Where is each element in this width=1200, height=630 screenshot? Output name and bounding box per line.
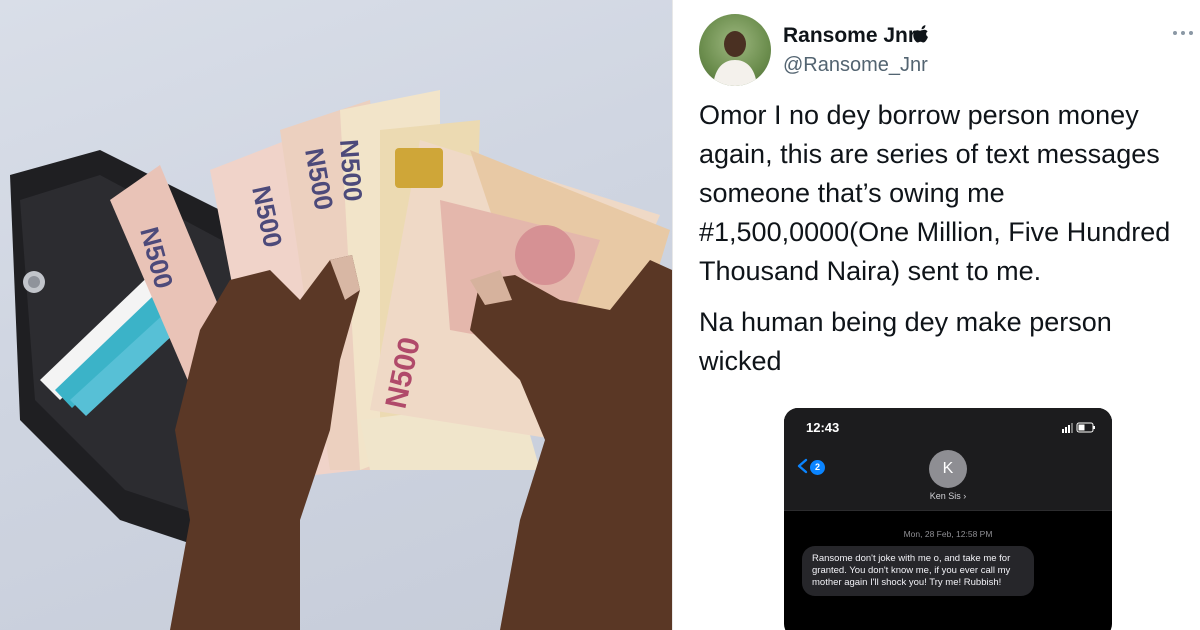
signal-battery-icon xyxy=(1062,422,1095,433)
tweet-body: Omor I no dey borrow person money again,… xyxy=(699,96,1199,393)
back-chevron-icon[interactable] xyxy=(796,458,808,474)
status-bar-time: 12:43 xyxy=(806,420,840,435)
tweet-card: Ransome Jnr @Ransome_Jnr Omor I no dey b… xyxy=(672,0,1200,630)
avatar-photo xyxy=(713,31,757,86)
contact-avatar[interactable]: K xyxy=(929,450,967,488)
header-divider xyxy=(784,510,1112,511)
apple-icon xyxy=(913,25,928,43)
note-label-4: N500 xyxy=(334,138,368,202)
attached-message-screenshot[interactable]: 12:43 2 K Ken Sis › Mon, 28 Feb, 12:58 P… xyxy=(784,408,1112,630)
tweet-paragraph: Na human being dey make person wicked xyxy=(699,307,1112,376)
message-bubble: Ransome don't joke with me o, and take m… xyxy=(802,546,1034,596)
display-name[interactable]: Ransome Jnr xyxy=(783,24,916,48)
user-handle[interactable]: @Ransome_Jnr xyxy=(783,54,928,77)
photo-illustration: N500 N500 N500 N500 N500 xyxy=(10,90,672,630)
money-photo: N500 N500 N500 N500 N500 xyxy=(0,0,672,630)
message-timestamp: Mon, 28 Feb, 12:58 PM xyxy=(903,529,993,539)
unread-count-badge: 2 xyxy=(810,460,825,475)
user-avatar[interactable] xyxy=(699,14,771,86)
contact-name[interactable]: Ken Sis › xyxy=(784,491,1112,501)
more-options-icon[interactable] xyxy=(1172,30,1194,36)
tweet-paragraph: Omor I no dey borrow person money again,… xyxy=(699,100,1171,286)
